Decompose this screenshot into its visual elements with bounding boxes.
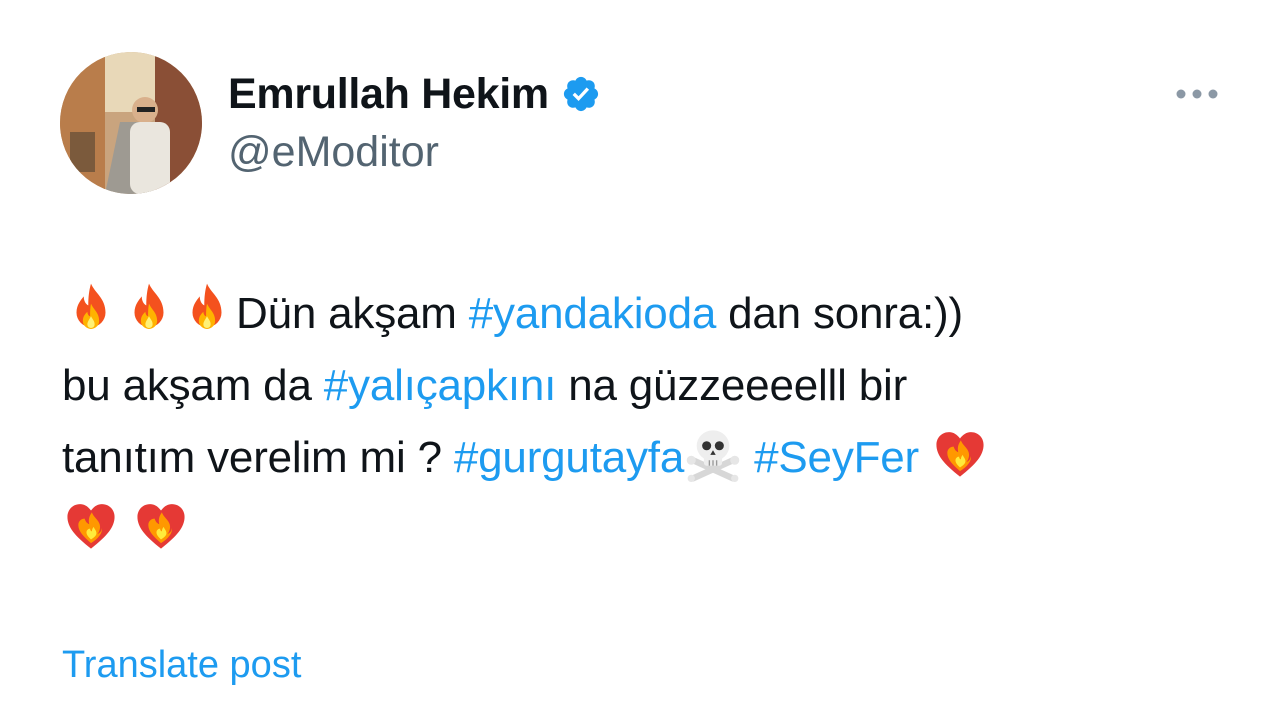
hashtag-link[interactable]: #SeyFer [754, 433, 919, 482]
author-handle[interactable]: @eModitor [228, 128, 601, 177]
skull-crossbones-emoji [684, 424, 742, 482]
fire-emoji [178, 280, 236, 338]
tweet-text-segment [120, 505, 132, 554]
tweet-text-segment: bu akşam da [62, 361, 324, 410]
heart-on-fire-emoji [62, 496, 120, 554]
fire-emoji [120, 280, 178, 338]
translate-post-link[interactable]: Translate post [62, 644, 301, 687]
tweet-text-segment: tanıtım verelim mi ? [62, 433, 454, 482]
hashtag-link[interactable]: #yandakioda [469, 289, 717, 338]
tweet-text-segment: dan sonra:)) [716, 289, 963, 338]
more-horizontal-icon [1176, 89, 1218, 99]
heart-on-fire-emoji [132, 496, 190, 554]
verified-badge-icon [561, 74, 601, 114]
avatar[interactable] [60, 52, 202, 194]
tweet-text-segment: na güzzeeeelll bir [556, 361, 908, 410]
heart-on-fire-emoji [931, 424, 989, 482]
tweet-text-segment [919, 433, 931, 482]
hashtag-link[interactable]: #gurgutayfa [454, 433, 684, 482]
author-display-name[interactable]: Emrullah Hekim [228, 70, 549, 119]
tweet-text-segment: Dün akşam [236, 289, 469, 338]
tweet-text: Dün akşam #yandakioda dan sonra:)) bu akş… [62, 278, 1232, 566]
hashtag-link[interactable]: #yalıçapkını [324, 361, 557, 410]
fire-emoji [62, 280, 120, 338]
more-options-button[interactable] [1172, 80, 1222, 108]
tweet-text-segment [742, 433, 754, 482]
